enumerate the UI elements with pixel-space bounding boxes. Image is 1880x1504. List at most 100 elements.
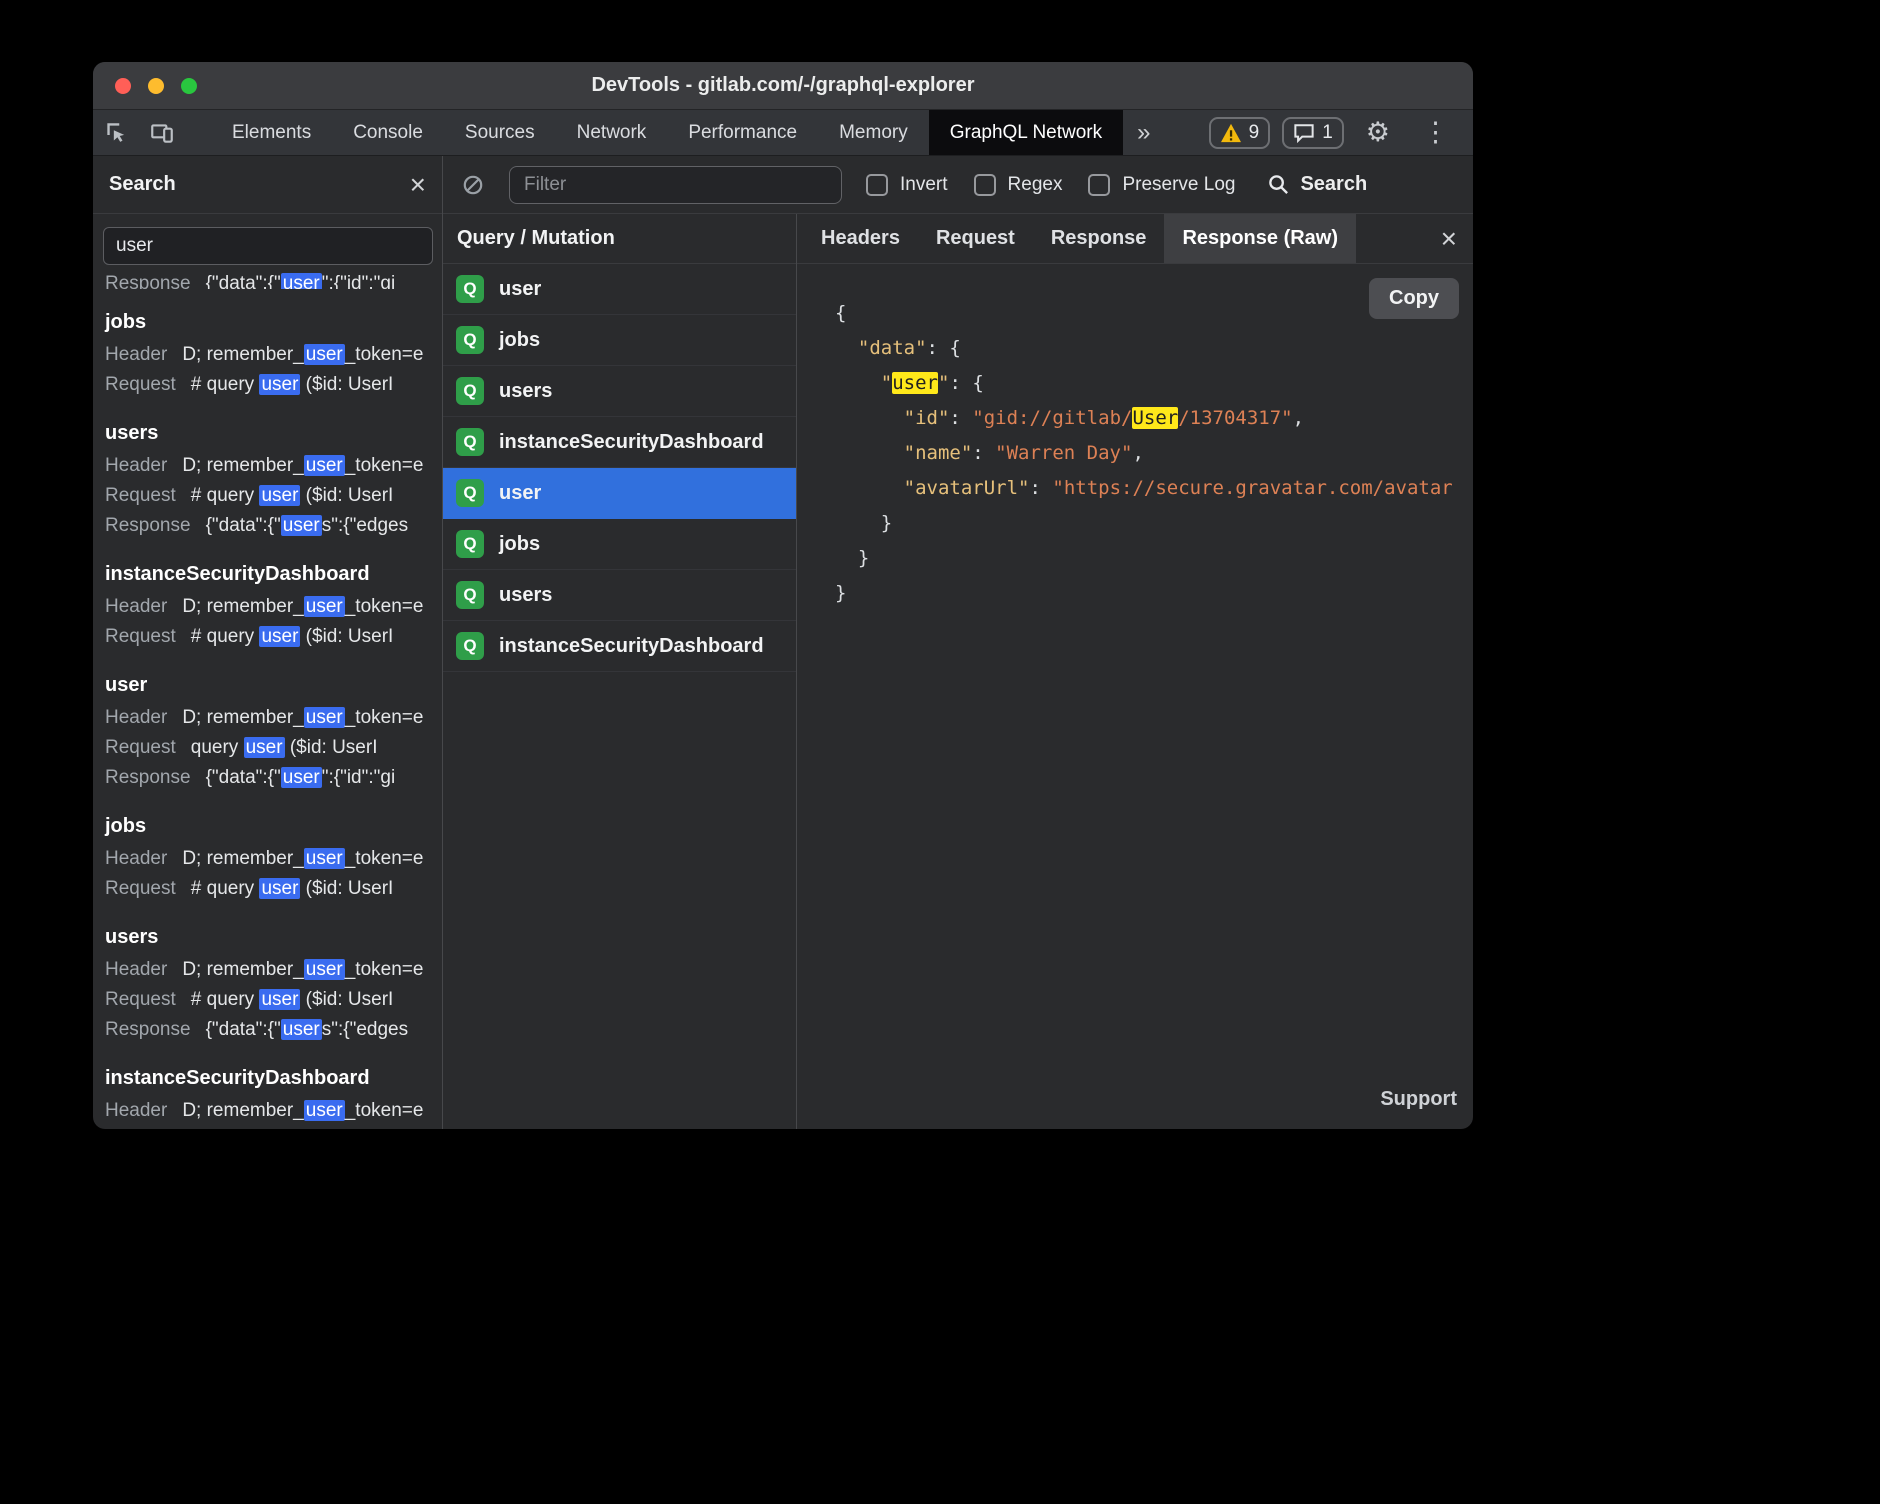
json-token: "data" — [858, 337, 927, 359]
block-icon[interactable] — [461, 173, 485, 197]
query-item-label: instanceSecurityDashboard — [499, 431, 764, 454]
query-item-users[interactable]: Qusers — [443, 570, 796, 621]
json-match: User — [1132, 407, 1178, 429]
kebab-menu-icon[interactable]: ⋮ — [1412, 119, 1459, 146]
query-item-user[interactable]: Quser — [443, 264, 796, 315]
search-panel-close-icon[interactable]: × — [410, 171, 426, 199]
json-token: " — [881, 372, 892, 394]
result-line-label: Response — [105, 1019, 191, 1040]
json-token: "avatarUrl" — [904, 477, 1030, 499]
result-line-label: Request — [105, 626, 176, 647]
result-section-title: users — [105, 420, 430, 446]
query-type-badge: Q — [456, 275, 484, 303]
checkbox-preserve-log[interactable]: Preserve Log — [1088, 174, 1235, 196]
toolbar-right-controls: 9 1 ⚙ ⋮ — [1209, 110, 1473, 155]
close-window-button[interactable] — [115, 78, 131, 94]
messages-badge[interactable]: 1 — [1282, 117, 1344, 149]
result-text: ":{"id":"gi — [322, 767, 395, 788]
result-line: HeaderD; remember_user_token=e — [105, 451, 430, 481]
tab-memory[interactable]: Memory — [818, 110, 929, 155]
query-item-label: users — [499, 584, 552, 607]
json-token: "id" — [904, 407, 950, 429]
result-text-match: user — [304, 455, 345, 476]
query-item-user[interactable]: Quser — [443, 468, 796, 519]
clipped-result-line: Response{"data":{"user":{"id":"gi — [105, 269, 430, 289]
tab-network[interactable]: Network — [556, 110, 668, 155]
copy-button[interactable]: Copy — [1369, 278, 1459, 319]
result-line: Request# query user ($id: UserI — [105, 874, 430, 904]
search-panel: Search × Response{"data":{"user":{"id":"… — [93, 156, 443, 1129]
devtools-window: DevTools - gitlab.com/-/graphql-explorer… — [93, 62, 1473, 1129]
inspect-element-icon[interactable] — [93, 110, 139, 155]
detail-close-icon[interactable]: × — [1425, 225, 1473, 253]
device-toolbar-icon[interactable] — [139, 110, 185, 155]
result-text: ($id: UserI — [300, 989, 393, 1010]
result-section-title: user — [105, 672, 430, 698]
network-main: Query / Mutation QuserQjobsQusersQinstan… — [443, 214, 1473, 1129]
tab-elements[interactable]: Elements — [211, 110, 332, 155]
response-raw-view[interactable]: { "data": { "user": { "id": "gid://gitla… — [797, 264, 1473, 1129]
query-item-users[interactable]: Qusers — [443, 366, 796, 417]
checkbox-label: Invert — [900, 174, 948, 196]
result-text-match: user — [304, 959, 345, 980]
result-text: ":{"id":"gi — [322, 273, 395, 289]
result-line-label: Request — [105, 989, 176, 1010]
detail-tab-response[interactable]: Response — [1033, 214, 1165, 263]
detail-tab-response-raw[interactable]: Response (Raw) — [1164, 214, 1356, 263]
result-line: Requestquery user ($id: UserI — [105, 733, 430, 763]
query-type-badge: Q — [456, 428, 484, 456]
support-link[interactable]: Support — [1380, 1082, 1457, 1117]
search-results[interactable]: Response{"data":{"user":{"id":"gijobsHea… — [93, 269, 442, 1129]
search-input[interactable] — [103, 227, 433, 265]
result-section-title: instanceSecurityDashboard — [105, 561, 430, 587]
json-line: "name": "Warren Day", — [835, 436, 1473, 471]
settings-gear-icon[interactable]: ⚙ — [1356, 119, 1400, 146]
result-text-match: user — [281, 767, 322, 788]
json-token: " — [938, 372, 949, 394]
json-line: "user": { — [835, 366, 1473, 401]
checkbox-label: Preserve Log — [1122, 174, 1235, 196]
result-text: D; remember_ — [182, 1100, 303, 1121]
result-text-match: user — [304, 1100, 345, 1121]
json-token — [835, 442, 904, 464]
tab-console[interactable]: Console — [332, 110, 444, 155]
devtools-content: Search × Response{"data":{"user":{"id":"… — [93, 156, 1473, 1129]
checkbox-regex[interactable]: Regex — [974, 174, 1063, 196]
result-line-label: Header — [105, 455, 167, 476]
result-text: D; remember_ — [182, 455, 303, 476]
query-type-badge: Q — [456, 377, 484, 405]
warnings-badge[interactable]: 9 — [1209, 117, 1271, 149]
query-item-jobs[interactable]: Qjobs — [443, 315, 796, 366]
result-line-label: Header — [105, 344, 167, 365]
result-line: Response{"data":{"users":{"edges — [105, 1015, 430, 1045]
checkbox-label: Regex — [1008, 174, 1063, 196]
filter-input[interactable] — [509, 166, 842, 204]
query-item-instancesecuritydashboard[interactable]: QinstanceSecurityDashboard — [443, 417, 796, 468]
query-item-instancesecuritydashboard[interactable]: QinstanceSecurityDashboard — [443, 621, 796, 672]
search-button[interactable]: Search — [1267, 173, 1367, 196]
result-text: # query — [191, 626, 260, 647]
result-line-label: Header — [105, 1100, 167, 1121]
search-button-label: Search — [1300, 173, 1367, 196]
query-item-jobs[interactable]: Qjobs — [443, 519, 796, 570]
result-line: Response{"data":{"user":{"id":"gi — [105, 763, 430, 793]
tab-graphql-network[interactable]: GraphQL Network — [929, 110, 1123, 155]
chat-bubble-icon — [1293, 123, 1315, 143]
result-line-label: Header — [105, 959, 167, 980]
tab-sources[interactable]: Sources — [444, 110, 556, 155]
result-text: _token=e — [345, 707, 424, 728]
checkbox-box-regex — [974, 174, 996, 196]
tab-performance[interactable]: Performance — [667, 110, 818, 155]
detail-tab-request[interactable]: Request — [918, 214, 1033, 263]
json-line: "avatarUrl": "https://secure.gravatar.co… — [835, 471, 1473, 506]
result-text: ($id: UserI — [300, 626, 393, 647]
zoom-window-button[interactable] — [181, 78, 197, 94]
result-section-title: instanceSecurityDashboard — [105, 1065, 430, 1091]
detail-tab-headers[interactable]: Headers — [803, 214, 918, 263]
more-tabs-button[interactable]: » — [1123, 110, 1164, 155]
query-item-label: users — [499, 380, 552, 403]
result-line-label: Request — [105, 485, 176, 506]
checkbox-invert[interactable]: Invert — [866, 174, 948, 196]
minimize-window-button[interactable] — [148, 78, 164, 94]
result-line-label: Request — [105, 374, 176, 395]
